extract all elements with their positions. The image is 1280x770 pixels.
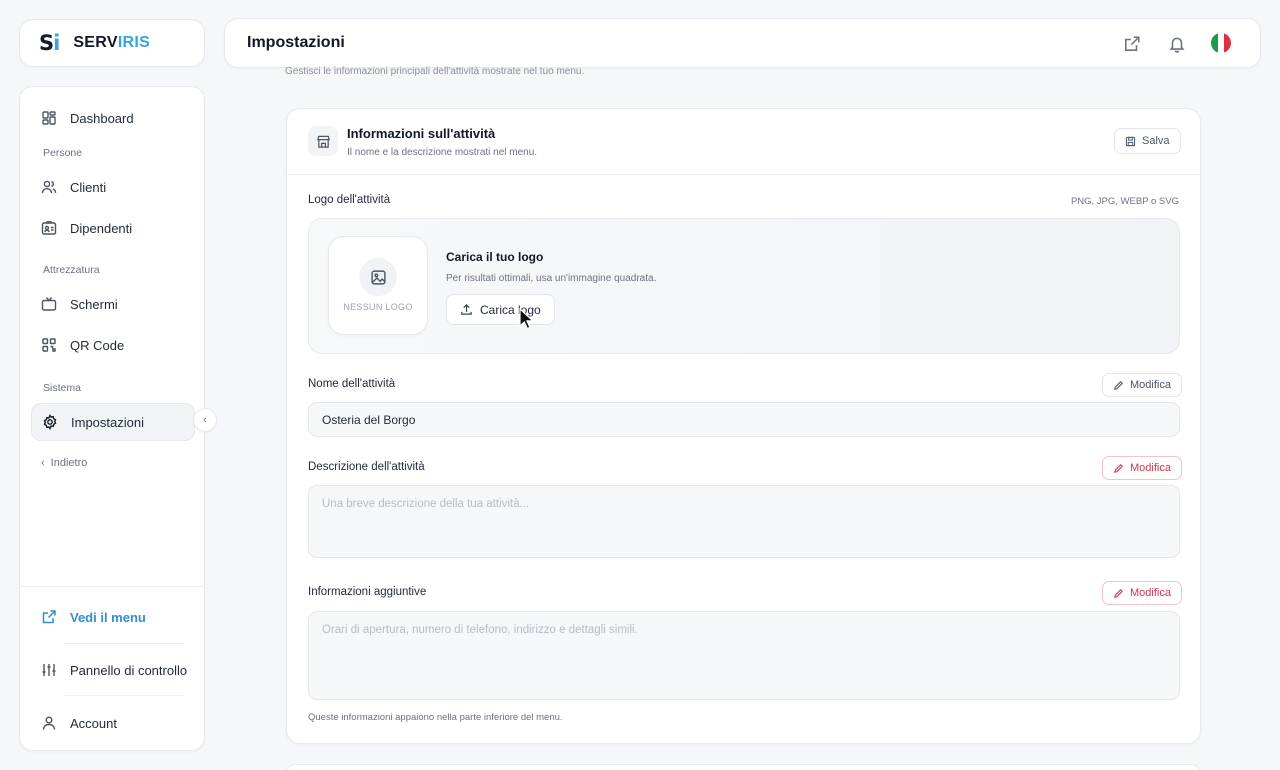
account-label: Account	[70, 715, 117, 731]
edit-label: Modifica	[1130, 462, 1171, 474]
sidebar-item-clienti[interactable]: Clienti	[31, 168, 195, 206]
external-link-icon[interactable]	[1123, 35, 1141, 53]
extra-info-textarea[interactable]: Orari di apertura, numero di telefono, i…	[308, 611, 1180, 700]
italy-flag-icon[interactable]	[1211, 33, 1231, 53]
user-icon	[42, 716, 56, 730]
view-menu-label: Vedi il menu	[70, 609, 146, 625]
logo-label: Logo dell'attività	[308, 194, 391, 206]
upload-title: Carica il tuo logo	[446, 250, 544, 264]
sidebar-item-label: QR Code	[70, 337, 125, 353]
store-icon	[308, 126, 338, 156]
mouse-cursor-icon	[519, 308, 535, 330]
sidebar-item-label: Impostazioni	[71, 414, 144, 430]
upload-icon	[461, 304, 472, 315]
brand-mark-i: i	[53, 31, 60, 55]
brand-name-part-2: IRIS	[117, 34, 151, 51]
sidebar-item-qr-code[interactable]: QR Code	[31, 326, 195, 364]
id-card-icon	[41, 221, 57, 235]
edit-extra-info-button[interactable]: Modifica	[1102, 581, 1182, 605]
panel-subtitle: Il nome e la descrizione mostrati nel me…	[347, 147, 538, 158]
brand-mark-s: S	[39, 31, 54, 55]
sidebar-divider	[64, 643, 184, 644]
pencil-icon	[1114, 463, 1123, 473]
gear-icon	[43, 414, 57, 430]
business-name-input[interactable]: Osteria del Borgo	[308, 402, 1180, 437]
sidebar-collapse-button[interactable]: ‹	[193, 408, 217, 432]
sidebar-divider	[20, 586, 206, 587]
sidebar-item-schermi[interactable]: Schermi	[31, 285, 195, 323]
brand-mark: Si	[39, 31, 60, 55]
pencil-icon	[1114, 588, 1123, 598]
edit-label: Modifica	[1130, 587, 1171, 599]
sidebar-item-impostazioni[interactable]: Impostazioni	[31, 403, 195, 441]
save-label: Salva	[1142, 135, 1170, 147]
bell-icon[interactable]	[1168, 35, 1186, 53]
users-icon	[41, 180, 57, 194]
edit-description-button[interactable]: Modifica	[1102, 456, 1182, 480]
upload-hint: Per risultati ottimali, usa un'immagine …	[446, 273, 657, 284]
chevron-left-icon: ‹	[203, 414, 207, 426]
section-label-persone: Persone	[43, 147, 83, 159]
description-placeholder: Una breve descrizione della tua attività…	[322, 498, 530, 510]
edit-label: Modifica	[1130, 379, 1171, 391]
sidebar-item-control-panel[interactable]: Pannello di controllo	[31, 651, 195, 689]
logo-preview: NESSUN LOGO	[328, 236, 428, 335]
sidebar-item-label: Dipendenti	[70, 220, 133, 236]
brand-name-part-1: SERV	[73, 34, 118, 51]
control-panel-label: Pannello di controllo	[70, 662, 188, 678]
description-textarea[interactable]: Una breve descrizione della tua attività…	[308, 485, 1180, 558]
sidebar-item-label: Schermi	[70, 296, 118, 312]
name-label: Nome dell'attività	[308, 378, 396, 390]
sidebar-divider	[64, 695, 184, 696]
business-info-panel: Informazioni sull'attività Il nome e la …	[286, 108, 1201, 744]
panel-header: Informazioni sull'attività Il nome e la …	[287, 109, 1200, 175]
sidebar-item-dashboard[interactable]: Dashboard	[31, 99, 195, 137]
page-subtitle: Gestisci le informazioni principali dell…	[285, 66, 585, 77]
sidebar: Dashboard Persone Clienti Dipendenti Att…	[19, 86, 206, 751]
description-label: Descrizione dell'attività	[308, 461, 425, 473]
sidebar-item-label: Clienti	[70, 179, 107, 195]
sliders-icon	[42, 664, 56, 676]
extra-info-label: Informazioni aggiuntive	[308, 586, 427, 598]
back-link[interactable]: ‹ Indietro	[41, 457, 87, 469]
section-label-attrezzatura: Attrezzatura	[43, 264, 100, 276]
no-logo-label: NESSUN LOGO	[343, 302, 413, 312]
back-link-label: Indietro	[50, 457, 88, 469]
tv-icon	[41, 297, 57, 311]
extra-info-placeholder: Orari di apertura, numero di telefono, i…	[322, 624, 638, 636]
section-label-sistema: Sistema	[43, 382, 81, 394]
save-icon	[1125, 136, 1136, 146]
view-menu-link[interactable]: Vedi il menu	[31, 598, 195, 636]
top-header: Impostazioni	[224, 18, 1261, 68]
save-button[interactable]: Salva	[1114, 128, 1181, 154]
upload-logo-button[interactable]: Carica logo	[446, 294, 555, 325]
chevron-left-icon: ‹	[41, 457, 45, 469]
image-icon	[359, 258, 397, 296]
brand-name: SERVIRIS	[73, 34, 150, 52]
logo-upload-zone[interactable]: NESSUN LOGO Carica il tuo logo Per risul…	[308, 218, 1180, 354]
sidebar-item-account[interactable]: Account	[31, 704, 195, 742]
external-link-icon	[42, 610, 56, 624]
business-name-value: Osteria del Borgo	[322, 412, 416, 427]
sidebar-item-label: Dashboard	[70, 110, 134, 126]
panel-title: Informazioni sull'attività	[347, 126, 496, 141]
dashboard-icon	[42, 111, 56, 125]
sidebar-item-dipendenti[interactable]: Dipendenti	[31, 209, 195, 247]
next-panel	[286, 764, 1201, 770]
pencil-icon	[1114, 380, 1123, 390]
qr-code-icon	[42, 338, 56, 352]
page-title: Impostazioni	[247, 34, 345, 51]
edit-name-button[interactable]: Modifica	[1102, 373, 1182, 397]
logo-formats-note: PNG, JPG, WEBP o SVG	[1070, 196, 1179, 207]
brand-logo[interactable]: Si SERVIRIS	[19, 19, 205, 67]
extra-info-note: Queste informazioni appaiono nella parte…	[308, 712, 563, 723]
